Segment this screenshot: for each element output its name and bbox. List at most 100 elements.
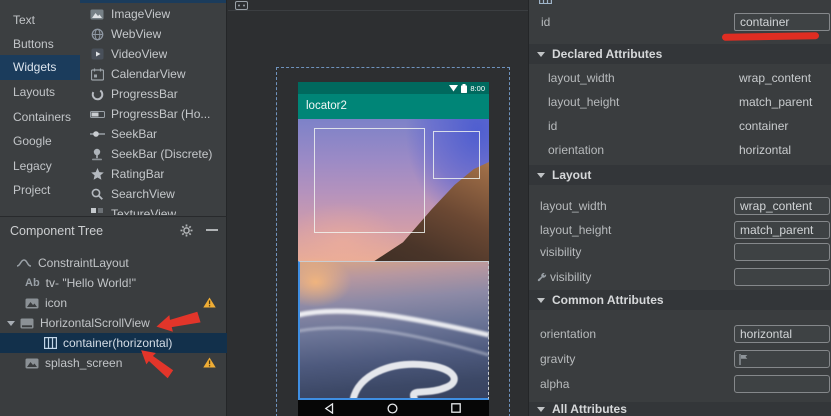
- attr-label: orientation: [540, 325, 596, 343]
- palette-widget-progressbar[interactable]: ProgressBar: [80, 84, 226, 104]
- palette-category-layouts[interactable]: Layouts: [0, 82, 80, 102]
- tools-visibility-dropdown[interactable]: [734, 268, 830, 286]
- palette-widget-label: SearchView: [111, 187, 175, 201]
- palette-widget-label: SeekBar: [111, 127, 157, 141]
- gear-icon[interactable]: [180, 224, 193, 237]
- textureview-icon: [89, 206, 105, 215]
- layout-height-dropdown[interactable]: match_parent: [734, 221, 830, 239]
- alpha-input[interactable]: [734, 375, 830, 393]
- design-toolbar-icon[interactable]: [235, 1, 248, 10]
- attr-label: alpha: [540, 375, 569, 393]
- section-title: Common Attributes: [552, 293, 664, 307]
- palette-category-project[interactable]: Project: [0, 180, 80, 200]
- id-label: id: [541, 12, 550, 32]
- section-layout[interactable]: Layout: [529, 165, 831, 185]
- search-icon: [89, 186, 105, 202]
- preview-app-bar: locator2: [298, 94, 489, 119]
- palette-widget-label: ProgressBar (Ho...: [111, 107, 210, 121]
- view-bounds-rect-small: [433, 131, 480, 179]
- palette-widget-label: ProgressBar: [111, 87, 178, 101]
- tree-item-container-selected[interactable]: container(horizontal): [0, 333, 227, 353]
- palette-widget-searchview[interactable]: SearchView: [80, 184, 226, 204]
- gravity-input[interactable]: [734, 350, 830, 368]
- palette-widget-textureview[interactable]: TextureView: [80, 204, 226, 215]
- textview-ab-icon: Ab: [25, 277, 40, 289]
- attr-value[interactable]: container: [739, 114, 788, 138]
- visibility-dropdown[interactable]: [734, 243, 830, 261]
- chevron-down-icon: [537, 173, 545, 178]
- section-title: All Attributes: [552, 402, 627, 416]
- orientation-dropdown[interactable]: horizontal: [734, 325, 830, 343]
- tree-item-splash-screen[interactable]: splash_screen: [0, 353, 227, 373]
- palette-category-containers[interactable]: Containers: [0, 107, 80, 127]
- imageview-icon: [25, 298, 39, 309]
- horizontalscrollview-icon: [20, 318, 34, 329]
- palette-widget-list: ImageView WebView VideoView CalendarView…: [80, 0, 226, 215]
- attr-value[interactable]: horizontal: [739, 138, 791, 162]
- wifi-icon: [449, 85, 458, 92]
- palette-category-buttons[interactable]: Buttons: [0, 34, 80, 54]
- attr-label: id: [548, 114, 557, 138]
- attr-label: layout_width: [540, 197, 607, 215]
- palette-category-google[interactable]: Google: [0, 131, 80, 151]
- tree-item-label: container(horizontal): [63, 336, 172, 350]
- attr-value[interactable]: match_parent: [739, 90, 812, 114]
- selected-container-highlight[interactable]: [298, 261, 489, 400]
- view-bounds-rect-large: [314, 128, 425, 233]
- palette-widget-seekbar-discrete[interactable]: SeekBar (Discrete): [80, 144, 226, 164]
- tree-item-label: HorizontalScrollView: [40, 316, 150, 330]
- design-surface[interactable]: 8:00 locator2: [228, 0, 528, 416]
- preview-nav-bar: [298, 400, 489, 416]
- warning-icon[interactable]: [203, 357, 216, 368]
- app-title: locator2: [306, 100, 347, 112]
- tree-item-textview[interactable]: Ab tv- "Hello World!": [0, 273, 227, 293]
- palette-widget-videoview[interactable]: VideoView: [80, 44, 226, 64]
- constraintlayout-icon: [16, 258, 32, 268]
- component-tree-title: Component Tree: [10, 224, 103, 238]
- videoview-icon: [89, 46, 105, 62]
- minimize-icon[interactable]: [206, 229, 218, 231]
- imageview-icon: [25, 358, 39, 369]
- palette-category-text[interactable]: Text: [0, 10, 80, 30]
- palette-widget-progressbar-horizontal[interactable]: ProgressBar (Ho...: [80, 104, 226, 124]
- palette-widget-seekbar[interactable]: SeekBar: [80, 124, 226, 144]
- warning-icon[interactable]: [203, 297, 216, 308]
- flag-icon[interactable]: [739, 354, 748, 365]
- palette-widget-imageview[interactable]: ImageView: [80, 4, 226, 24]
- nav-recents-icon: [451, 403, 461, 413]
- imageview-icon: [89, 6, 105, 22]
- nav-home-icon: [387, 403, 398, 414]
- tree-item-constraintlayout[interactable]: ConstraintLayout: [0, 253, 227, 273]
- section-common-attributes[interactable]: Common Attributes: [529, 290, 831, 310]
- layout-width-dropdown[interactable]: wrap_content: [734, 197, 830, 215]
- palette-category-legacy[interactable]: Legacy: [0, 156, 80, 176]
- ratingbar-icon: [89, 166, 105, 182]
- palette-widget-calendarview[interactable]: CalendarView: [80, 64, 226, 84]
- id-input[interactable]: container: [734, 13, 830, 31]
- webview-icon: [89, 26, 105, 42]
- attr-label: layout_height: [548, 90, 619, 114]
- palette-category-widgets[interactable]: Widgets: [0, 55, 80, 80]
- seekbar-icon: [89, 126, 105, 142]
- container-icon-partial: [539, 0, 552, 4]
- chevron-down-icon: [537, 407, 545, 412]
- linearlayout-horizontal-icon: [44, 337, 57, 349]
- expand-collapse-icon[interactable]: [7, 321, 15, 326]
- section-declared-attributes[interactable]: Declared Attributes: [529, 44, 831, 64]
- palette-widget-label: VideoView: [111, 47, 167, 61]
- attr-label: layout_width: [548, 66, 615, 90]
- tree-item-label: splash_screen: [45, 356, 122, 370]
- section-title: Declared Attributes: [552, 47, 662, 61]
- palette-widget-webview[interactable]: WebView: [80, 24, 226, 44]
- section-title: Layout: [552, 168, 591, 182]
- preview-status-bar: 8:00: [298, 82, 489, 94]
- attr-value[interactable]: wrap_content: [739, 66, 811, 90]
- attr-label: visibility: [540, 243, 581, 261]
- attr-label: orientation: [548, 138, 604, 162]
- palette-widget-ratingbar[interactable]: RatingBar: [80, 164, 226, 184]
- wrench-icon: [537, 272, 547, 282]
- palette-widget-label: RatingBar: [111, 167, 164, 181]
- attr-label: layout_height: [540, 221, 611, 239]
- section-all-attributes[interactable]: All Attributes: [529, 402, 831, 416]
- tree-item-label: ConstraintLayout: [38, 256, 129, 270]
